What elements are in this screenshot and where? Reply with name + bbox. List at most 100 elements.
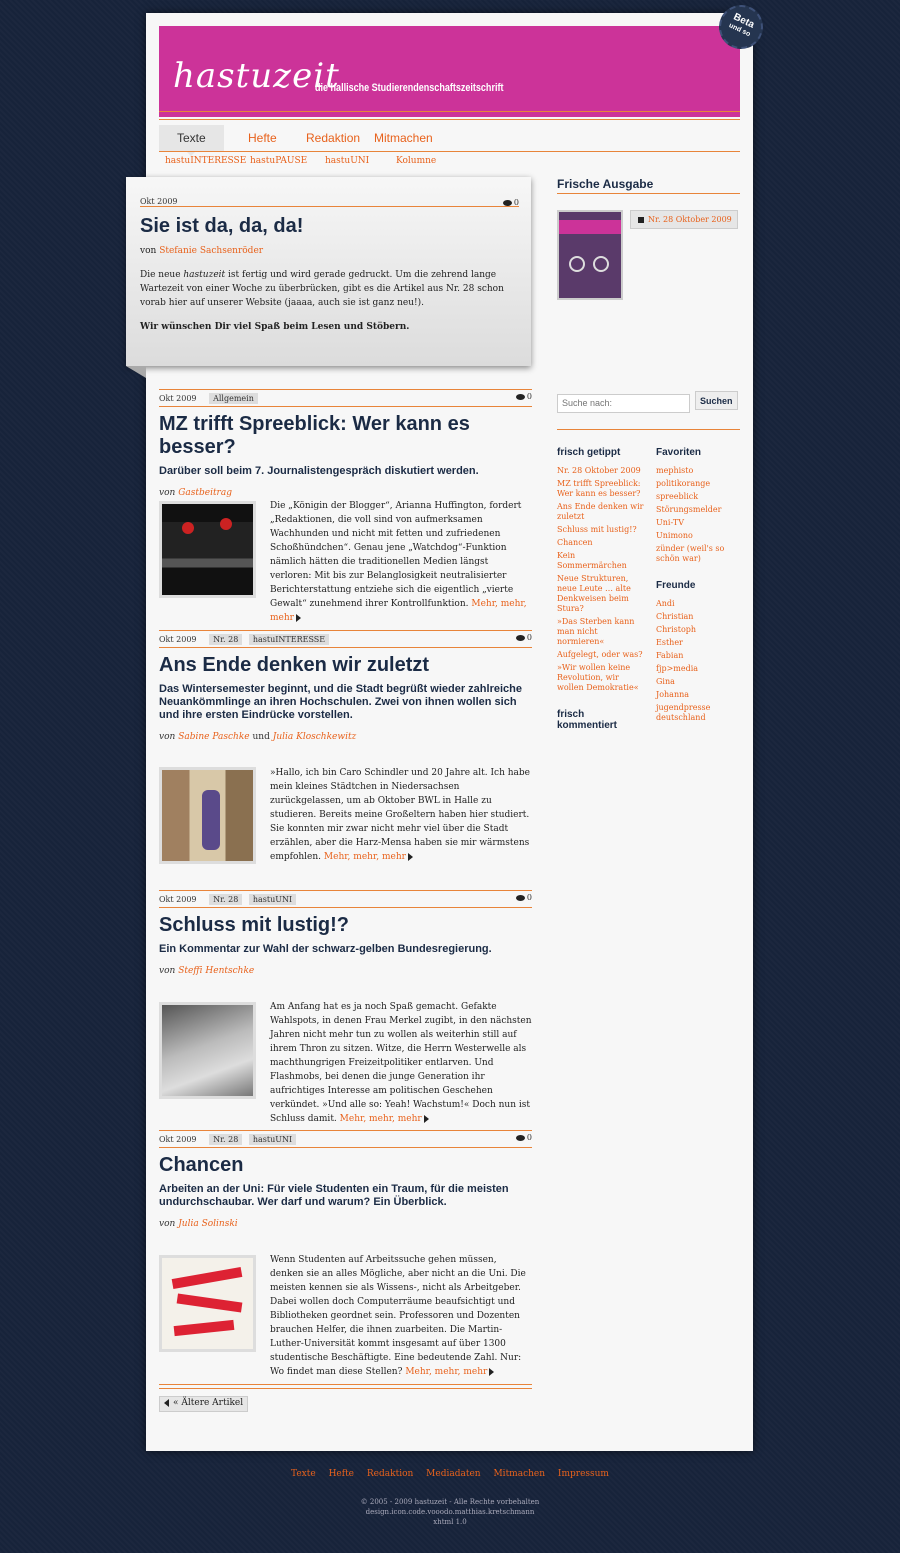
subnav-hastuuni[interactable]: hastuUNI bbox=[325, 156, 369, 166]
category-tag[interactable]: Allgemein bbox=[209, 393, 258, 404]
author-link[interactable]: Julia Solinski bbox=[178, 1219, 237, 1229]
current-issue-link[interactable]: Nr. 28 Oktober 2009 bbox=[630, 210, 738, 229]
article-date: Okt 2009 bbox=[140, 197, 178, 206]
older-articles-button[interactable]: « Ältere Artikel bbox=[159, 1396, 249, 1412]
comment-count[interactable]: 0 bbox=[515, 1133, 532, 1142]
fresh-link[interactable]: MZ trifft Spreeblick: Wer kann es besser… bbox=[557, 479, 647, 499]
article-meta: Okt 2009 Nr. 28 hastuINTERESSE 0 bbox=[159, 630, 532, 648]
issue-cover[interactable] bbox=[557, 210, 623, 300]
fresh-link[interactable]: Chancen bbox=[557, 538, 647, 548]
friend-link[interactable]: jugendpresse deutschland bbox=[656, 703, 740, 723]
footer-link-texte[interactable]: Texte bbox=[291, 1469, 316, 1479]
tab-redaktion[interactable]: Redaktion bbox=[306, 125, 360, 151]
author-link[interactable]: Sabine Paschke bbox=[178, 732, 249, 742]
friend-link[interactable]: Christoph bbox=[656, 625, 740, 635]
friend-link[interactable]: Johanna bbox=[656, 690, 740, 700]
fresh-link[interactable]: Kein Sommermärchen bbox=[557, 551, 647, 571]
favorite-link[interactable]: Uni-TV bbox=[656, 518, 740, 528]
tab-texte[interactable]: Texte bbox=[159, 125, 224, 156]
subnav-hastuinteresse[interactable]: hastuINTERESSE bbox=[165, 156, 246, 166]
article-date: Okt 2009 bbox=[159, 394, 197, 403]
download-icon bbox=[638, 217, 644, 223]
favorite-link[interactable]: Unimono bbox=[656, 531, 740, 541]
footer-link-redaktion[interactable]: Redaktion bbox=[367, 1469, 413, 1479]
read-more-link[interactable]: Mehr, mehr, mehr bbox=[324, 852, 413, 862]
comment-count[interactable]: 0 bbox=[515, 392, 532, 401]
issue-tag[interactable]: Nr. 28 bbox=[209, 1134, 243, 1145]
article-subtitle: Darüber soll beim 7. Journalistengespräc… bbox=[159, 465, 479, 477]
favorites-heading: Favoriten bbox=[656, 447, 702, 458]
footer-link-hefte[interactable]: Hefte bbox=[329, 1469, 354, 1479]
comment-count[interactable]: 0 bbox=[502, 198, 519, 207]
divider bbox=[159, 1388, 532, 1389]
article-date: Okt 2009 bbox=[159, 895, 197, 904]
featured-article: Okt 2009 0 Sie ist da, da, da! von Stefa… bbox=[126, 177, 531, 366]
author-link[interactable]: Gastbeitrag bbox=[178, 488, 232, 498]
friend-link[interactable]: Fabian bbox=[656, 651, 740, 661]
comment-icon bbox=[515, 394, 525, 400]
footer-link-mediadaten[interactable]: Mediadaten bbox=[426, 1469, 480, 1479]
fresh-link[interactable]: »Das Sterben kann man nicht normieren« bbox=[557, 617, 647, 647]
article-thumbnail[interactable] bbox=[159, 767, 256, 864]
favorite-link[interactable]: Störungsmelder bbox=[656, 505, 740, 515]
fresh-link[interactable]: Neue Strukturen, neue Leute … alte Denkw… bbox=[557, 574, 647, 614]
favorite-link[interactable]: politikorange bbox=[656, 479, 740, 489]
fresh-link[interactable]: Nr. 28 Oktober 2009 bbox=[557, 466, 647, 476]
category-tag[interactable]: hastuUNI bbox=[248, 894, 297, 905]
friend-link[interactable]: Andi bbox=[656, 599, 740, 609]
comment-icon bbox=[502, 200, 512, 206]
footer-link-impressum[interactable]: Impressum bbox=[558, 1469, 609, 1479]
author-link[interactable]: Julia Kloschkewitz bbox=[273, 732, 357, 742]
footer-link-mitmachen[interactable]: Mitmachen bbox=[493, 1469, 545, 1479]
comment-count[interactable]: 0 bbox=[515, 893, 532, 902]
article-title[interactable]: Sie ist da, da, da! bbox=[140, 215, 519, 238]
fresh-link[interactable]: Schluss mit lustig!? bbox=[557, 525, 647, 535]
issue-tag[interactable]: Nr. 28 bbox=[209, 894, 243, 905]
footer-copyright: © 2005 - 2009 hastuzeit - Alle Rechte vo… bbox=[0, 1497, 900, 1527]
article-subtitle: Ein Kommentar zur Wahl der schwarz-gelbe… bbox=[159, 943, 492, 955]
read-more-link[interactable]: Mehr, mehr, mehr bbox=[340, 1114, 429, 1124]
article-item: Okt 2009 Allgemein 0 MZ trifft Spreeblic… bbox=[159, 389, 532, 623]
article-thumbnail[interactable] bbox=[159, 1002, 256, 1099]
friend-link[interactable]: fjp>media bbox=[656, 664, 740, 674]
tab-mitmachen[interactable]: Mitmachen bbox=[374, 125, 433, 151]
article-text-bold: Wir wünschen Dir viel Spaß beim Lesen un… bbox=[140, 322, 410, 332]
friend-link[interactable]: Esther bbox=[656, 638, 740, 648]
comment-count[interactable]: 0 bbox=[515, 633, 532, 642]
tab-hefte[interactable]: Hefte bbox=[248, 125, 277, 151]
friend-link[interactable]: Gina bbox=[656, 677, 740, 687]
protest-sign-photo bbox=[162, 1005, 253, 1096]
article-title[interactable]: MZ trifft Spreeblick: Wer kann es besser… bbox=[159, 413, 532, 459]
favorite-link[interactable]: spreeblick bbox=[656, 492, 740, 502]
subnav-hastupause[interactable]: hastuPAUSE bbox=[250, 156, 307, 166]
issue-tag[interactable]: Nr. 28 bbox=[209, 634, 243, 645]
article-thumbnail[interactable] bbox=[159, 1255, 256, 1352]
comment-icon bbox=[515, 895, 525, 901]
article-title[interactable]: Ans Ende denken wir zuletzt bbox=[159, 654, 532, 677]
subnav-kolumne[interactable]: Kolumne bbox=[396, 156, 436, 166]
search-button[interactable]: Suchen bbox=[695, 391, 738, 410]
category-tag[interactable]: hastuINTERESSE bbox=[248, 634, 330, 645]
read-more-link[interactable]: Mehr, mehr, mehr bbox=[405, 1367, 495, 1377]
footer-nav: Texte Hefte Redaktion Mediadaten Mitmach… bbox=[0, 1469, 900, 1479]
favorite-link[interactable]: zünder (weil's so schön war) bbox=[656, 544, 740, 564]
article-text: Wenn Studenten auf Arbeitssuche gehen mü… bbox=[270, 1255, 526, 1377]
fresh-link[interactable]: »Wir wollen keine Revolution, wir wollen… bbox=[557, 663, 647, 693]
article-title[interactable]: Chancen bbox=[159, 1154, 532, 1177]
friend-link[interactable]: Christian bbox=[656, 612, 740, 622]
search-input[interactable] bbox=[557, 393, 690, 413]
article-title[interactable]: Schluss mit lustig!? bbox=[159, 914, 532, 937]
fresh-link[interactable]: Ans Ende denken wir zuletzt bbox=[557, 502, 647, 522]
main-nav: Texte Hefte Redaktion Mitmachen bbox=[159, 125, 740, 156]
article-item: Okt 2009 Nr. 28 hastuUNI 0 Schluss mit l… bbox=[159, 890, 532, 1124]
friends-heading: Freunde bbox=[656, 580, 696, 591]
category-tag[interactable]: hastuUNI bbox=[248, 1134, 297, 1145]
comment-icon bbox=[515, 1135, 525, 1141]
article-thumbnail[interactable] bbox=[159, 501, 256, 598]
issue-heading: Frische Ausgabe bbox=[557, 177, 740, 194]
favorite-link[interactable]: mephisto bbox=[656, 466, 740, 476]
fresh-link[interactable]: Aufgelegt, oder was? bbox=[557, 650, 647, 660]
divider bbox=[159, 1384, 532, 1385]
author-link[interactable]: Steffi Hentschke bbox=[178, 966, 254, 976]
author-link[interactable]: Stefanie Sachsenröder bbox=[159, 246, 263, 256]
